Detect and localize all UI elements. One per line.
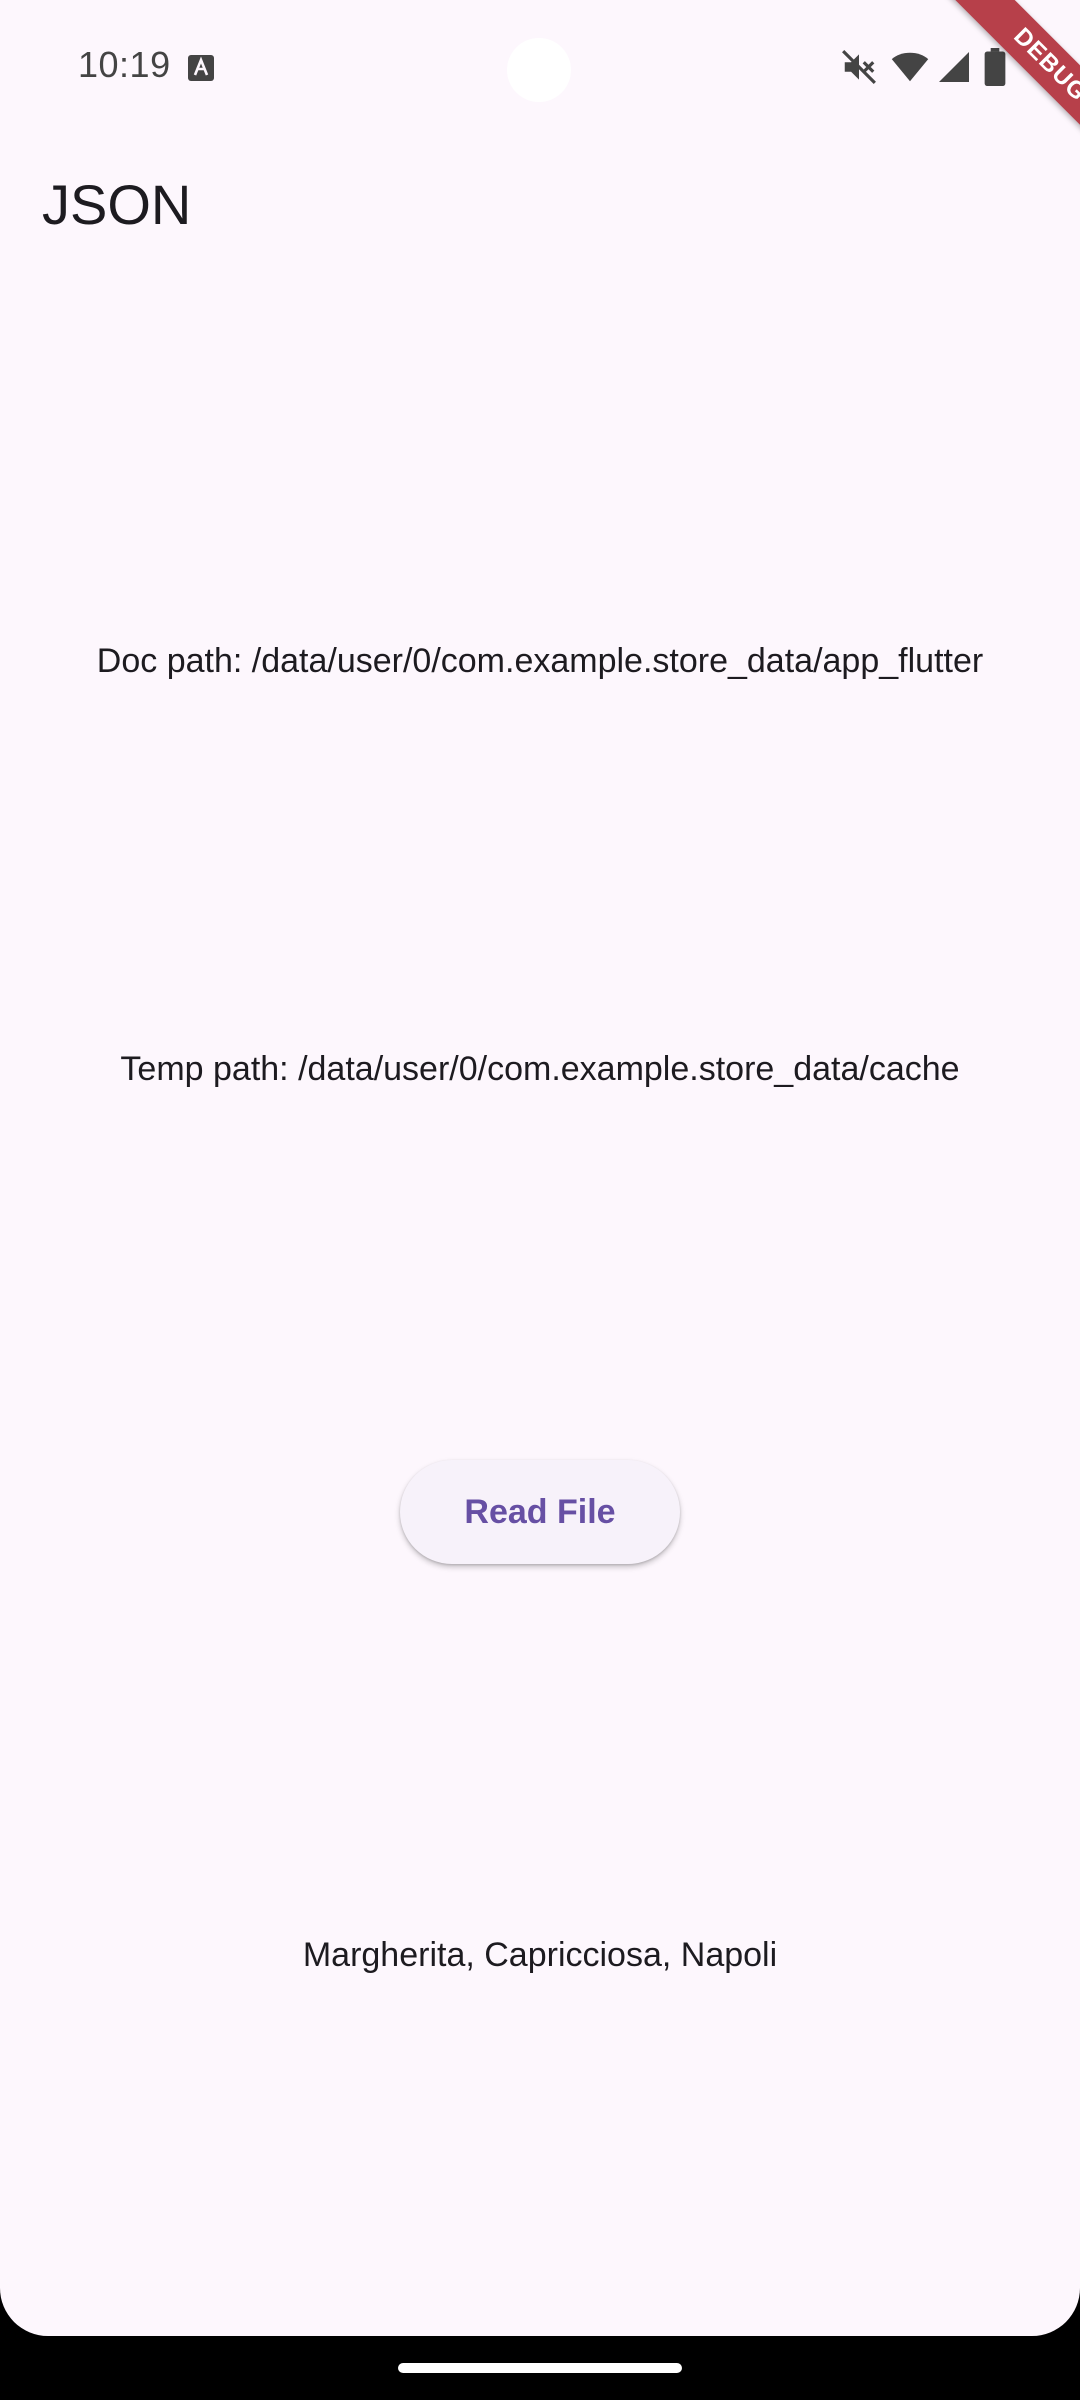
battery-icon [984, 48, 1006, 86]
gesture-navigation-handle[interactable] [398, 2363, 682, 2373]
keyboard-a-icon [188, 55, 214, 81]
signal-icon [939, 52, 969, 82]
status-time: 10:19 [78, 44, 171, 85]
doc-path-text: Doc path: /data/user/0/com.example.store… [96, 642, 984, 680]
phone-screen: 10:19 DEBUG JSON Doc path: /data/user/0/… [0, 0, 1080, 2400]
file-content-text: Margherita, Capricciosa, Napoli [302, 1936, 778, 1974]
temp-path-text: Temp path: /data/user/0/com.example.stor… [120, 1050, 960, 1088]
read-file-button[interactable]: Read File [400, 1460, 680, 1564]
camera-cutout [507, 38, 571, 102]
status-bar: 10:19 [0, 0, 1080, 136]
app-surface: 10:19 DEBUG JSON Doc path: /data/user/0/… [0, 0, 1080, 2336]
mute-icon [842, 50, 876, 84]
app-bar-title: JSON [42, 173, 192, 236]
wifi-icon [891, 52, 929, 82]
